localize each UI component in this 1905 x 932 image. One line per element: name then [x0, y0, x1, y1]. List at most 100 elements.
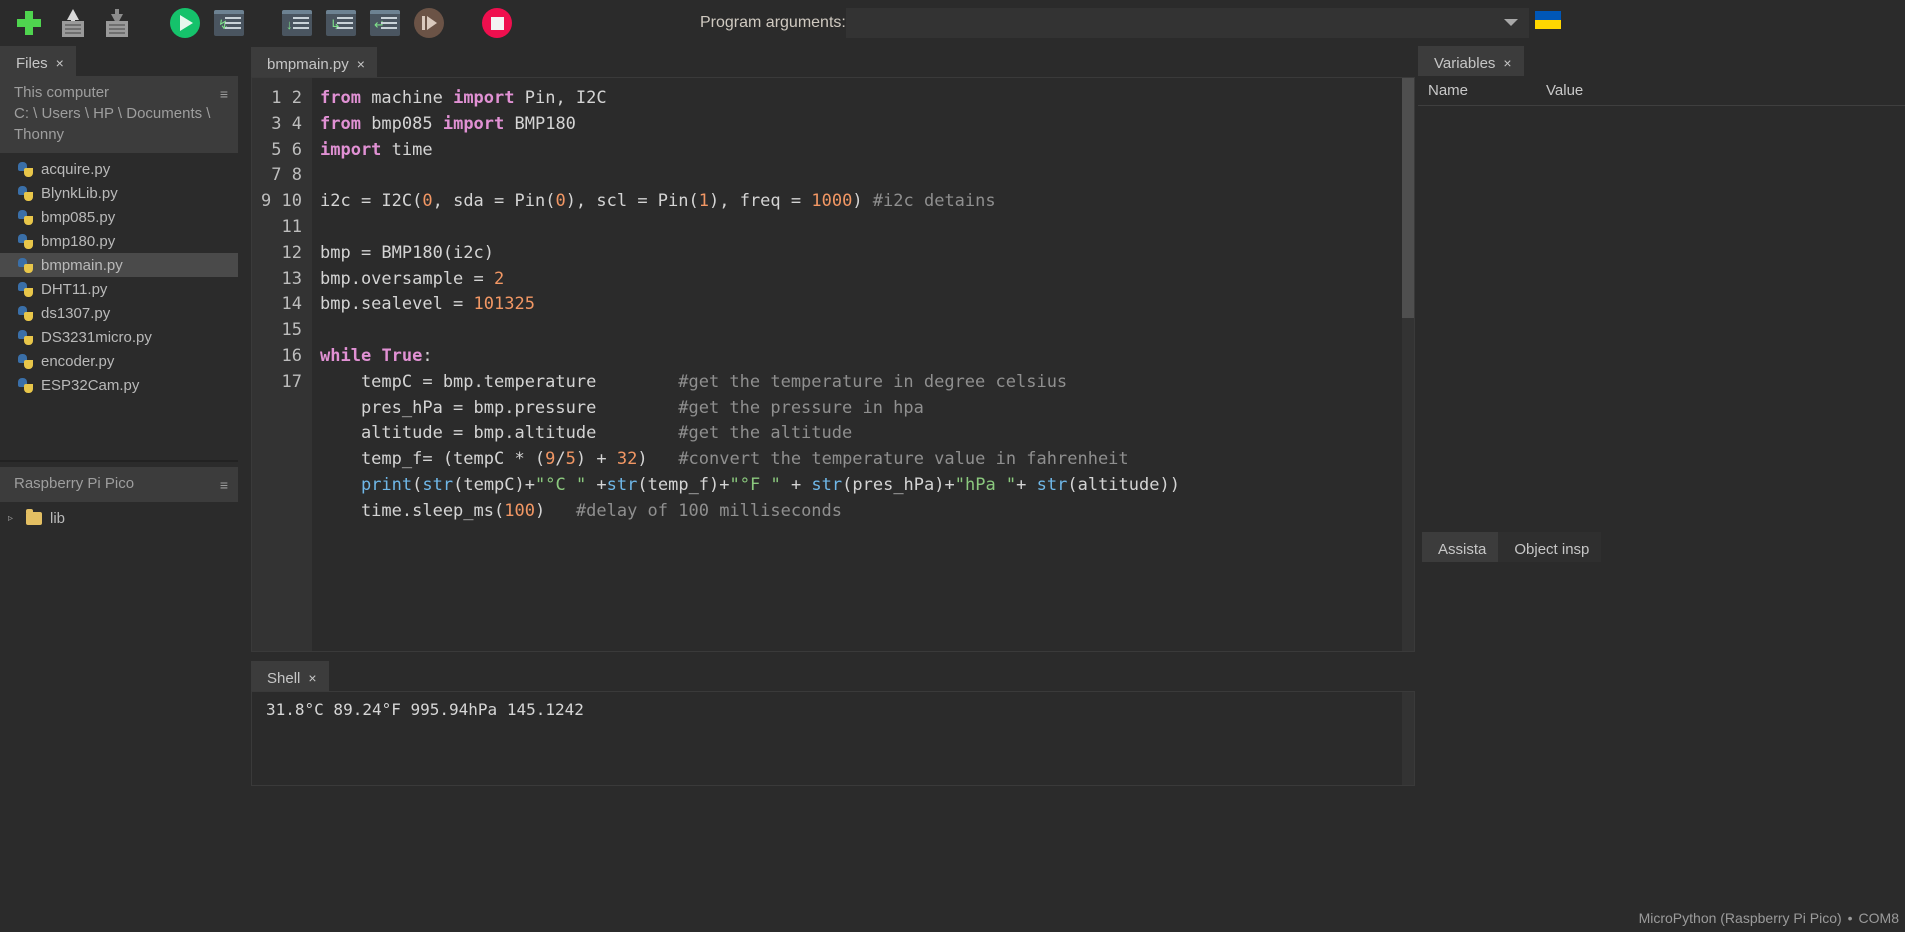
file-item[interactable]: bmp085.py: [0, 205, 238, 229]
stop-button[interactable]: [480, 6, 514, 40]
program-arguments-input[interactable]: [846, 8, 1529, 38]
local-header-line3: Thonny: [14, 124, 224, 145]
python-file-icon: [18, 330, 33, 345]
save-file-button[interactable]: [100, 6, 134, 40]
file-item[interactable]: bmpmain.py: [0, 253, 238, 277]
hamburger-icon-device[interactable]: ≡: [220, 475, 228, 496]
file-item[interactable]: ESP32Cam.py: [0, 373, 238, 397]
resume-button[interactable]: [412, 6, 446, 40]
python-file-icon: [18, 378, 33, 393]
file-item[interactable]: DHT11.py: [0, 277, 238, 301]
file-item[interactable]: acquire.py: [0, 157, 238, 181]
run-button[interactable]: [168, 6, 202, 40]
column-header-name[interactable]: Name: [1418, 76, 1536, 105]
shell-output: 31.8°C 89.24°F 995.94hPa 145.1242: [252, 692, 1402, 785]
shell-console[interactable]: 31.8°C 89.24°F 995.94hPa 145.1242: [251, 691, 1415, 786]
editor-scrollbar-thumb[interactable]: [1402, 78, 1414, 318]
shell-area: Shell × 31.8°C 89.24°F 995.94hPa 145.124…: [245, 660, 1415, 932]
variables-table-body: [1418, 106, 1905, 496]
files-panel: Files × ≡ This computer C: \ Users \ HP …: [0, 46, 238, 932]
local-files-header: ≡ This computer C: \ Users \ HP \ Docume…: [0, 76, 238, 153]
device-file-list: ▹ lib: [0, 502, 238, 530]
file-item-label: bmpmain.py: [41, 257, 123, 274]
bottom-tab-strip: Assista Object insp: [1418, 530, 1905, 562]
debug-card-icon: ↯: [214, 10, 244, 36]
status-separator: •: [1848, 910, 1853, 926]
editor-scrollbar[interactable]: [1402, 78, 1414, 651]
run-play-icon: [170, 8, 200, 38]
toolbar-button-group: ↯ ↓ ↳ ↵: [0, 6, 514, 40]
plus-icon: [16, 10, 42, 36]
shell-scrollbar[interactable]: [1402, 692, 1414, 785]
floppy-up-icon: [60, 9, 86, 37]
tab-assistant[interactable]: Assista: [1422, 532, 1498, 562]
step-into-button[interactable]: ↳: [324, 6, 358, 40]
close-icon[interactable]: ×: [308, 670, 316, 686]
status-interpreter[interactable]: MicroPython (Raspberry Pi Pico): [1639, 910, 1842, 926]
python-file-icon: [18, 186, 33, 201]
device-files-section: ≡ Raspberry Pi Pico ▹ lib: [0, 467, 238, 530]
file-item[interactable]: encoder.py: [0, 349, 238, 373]
open-file-button[interactable]: [56, 6, 90, 40]
device-files-header: ≡ Raspberry Pi Pico: [0, 467, 238, 502]
file-item-label: BlynkLib.py: [41, 185, 118, 202]
chevron-down-icon[interactable]: [1504, 19, 1518, 26]
tab-shell[interactable]: Shell ×: [251, 661, 329, 691]
file-item-label: acquire.py: [41, 161, 110, 178]
status-port[interactable]: COM8: [1859, 910, 1899, 926]
tab-variables[interactable]: Variables ×: [1418, 46, 1524, 76]
close-icon[interactable]: ×: [1503, 55, 1511, 71]
hamburger-icon[interactable]: ≡: [220, 84, 228, 105]
step-out-button[interactable]: ↵: [368, 6, 402, 40]
python-file-icon: [18, 234, 33, 249]
debug-button[interactable]: ↯: [212, 6, 246, 40]
tab-object-inspector-label: Object insp: [1514, 541, 1589, 558]
variables-tab-label: Variables: [1434, 55, 1495, 72]
editor-area: bmpmain.py × 1 2 3 4 5 6 7 8 9 10 11 12 …: [245, 46, 1415, 654]
variables-tab-strip: Variables ×: [1418, 46, 1905, 76]
status-bar: MicroPython (Raspberry Pi Pico) • COM8: [0, 904, 1905, 932]
folder-icon: [26, 512, 42, 525]
panel-divider[interactable]: [0, 460, 238, 462]
program-arguments-label: Program arguments:: [700, 14, 846, 32]
python-file-icon: [18, 306, 33, 321]
local-header-line1: This computer: [14, 82, 224, 103]
python-file-icon: [18, 282, 33, 297]
device-header-label: Raspberry Pi Pico: [14, 473, 224, 494]
shell-tab-label: Shell: [267, 670, 300, 687]
device-file-item[interactable]: ▹ lib: [0, 506, 238, 530]
device-file-item-label: lib: [50, 510, 65, 527]
step-out-icon: ↵: [370, 10, 400, 36]
close-icon[interactable]: ×: [56, 55, 64, 71]
close-icon[interactable]: ×: [357, 56, 365, 72]
file-item-label: encoder.py: [41, 353, 114, 370]
step-into-icon: ↳: [326, 10, 356, 36]
code-editor[interactable]: 1 2 3 4 5 6 7 8 9 10 11 12 13 14 15 16 1…: [251, 77, 1415, 652]
file-item[interactable]: DS3231micro.py: [0, 325, 238, 349]
tab-bmpmain-py[interactable]: bmpmain.py ×: [251, 47, 377, 77]
python-file-icon: [18, 162, 33, 177]
files-tab-strip: Files ×: [0, 46, 238, 76]
line-number-gutter: 1 2 3 4 5 6 7 8 9 10 11 12 13 14 15 16 1…: [252, 78, 312, 651]
file-item[interactable]: BlynkLib.py: [0, 181, 238, 205]
new-file-button[interactable]: [12, 6, 46, 40]
step-over-icon: ↓: [282, 10, 312, 36]
floppy-down-icon: [104, 9, 130, 37]
tab-files[interactable]: Files ×: [0, 46, 76, 76]
file-item[interactable]: bmp180.py: [0, 229, 238, 253]
python-file-icon: [18, 210, 33, 225]
tree-expand-arrow-icon[interactable]: ▹: [8, 513, 18, 524]
column-header-value[interactable]: Value: [1536, 76, 1593, 105]
file-item-label: DS3231micro.py: [41, 329, 152, 346]
local-file-list: acquire.py BlynkLib.py bmp085.py bmp180.py b…: [0, 153, 238, 397]
editor-tab-label: bmpmain.py: [267, 56, 349, 73]
file-item[interactable]: ds1307.py: [0, 301, 238, 325]
python-file-icon: [18, 258, 33, 273]
file-item-label: DHT11.py: [41, 281, 107, 298]
file-item-label: bmp085.py: [41, 209, 115, 226]
tab-files-label: Files: [16, 55, 48, 72]
step-over-button[interactable]: ↓: [280, 6, 314, 40]
main-toolbar: ↯ ↓ ↳ ↵ Program arg: [0, 0, 1905, 46]
code-content[interactable]: from machine import Pin, I2C from bmp085…: [312, 78, 1414, 651]
tab-object-inspector[interactable]: Object insp: [1498, 532, 1601, 562]
